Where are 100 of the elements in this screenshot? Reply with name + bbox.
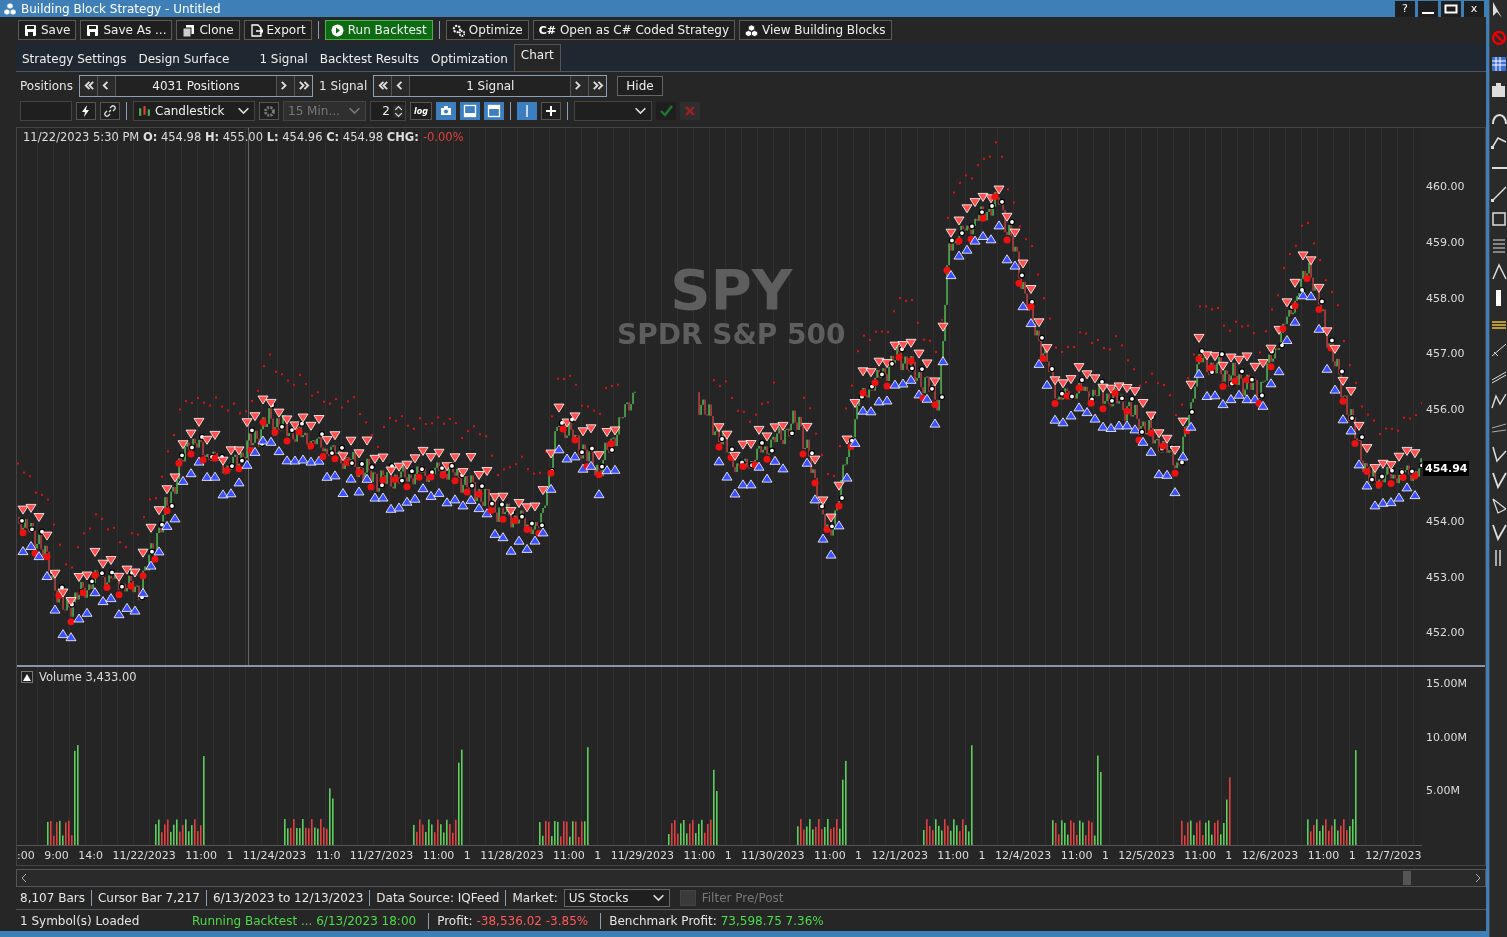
collapse-button[interactable] [21, 671, 33, 683]
time-axis-label: 11:00 [937, 848, 970, 862]
toolbar-button[interactable]: Optimize [445, 20, 529, 40]
triangle-up-icon [23, 673, 31, 681]
time-axis-label: 11/22/2023 [112, 848, 176, 862]
first-button[interactable] [80, 75, 98, 96]
first-button[interactable] [374, 75, 393, 96]
spinner-arrows-icon [392, 104, 405, 118]
help-button[interactable]: ? [1395, 0, 1415, 17]
top-pane-button[interactable] [484, 102, 504, 120]
status-text: 6/13/2023 to 12/13/2023 [212, 891, 364, 905]
last-button[interactable] [588, 75, 607, 96]
last-price-label: 454.94 [1423, 461, 1470, 476]
next-button[interactable] [276, 75, 294, 96]
time-axis-label: 11:00 [185, 848, 217, 862]
chart-type-dropdown[interactable]: Candlestick [133, 101, 255, 121]
minimize-button[interactable] [1418, 0, 1438, 17]
link-button[interactable] [100, 102, 120, 120]
blocks-icon [745, 23, 759, 37]
time-axis-label: 11:00 [422, 848, 455, 862]
status-text: Benchmark Profit: [609, 913, 717, 928]
price-axis-label: 460.00 [1426, 180, 1466, 195]
price-axis-label: 456.00 [1426, 403, 1466, 419]
tab[interactable]: 1 Signal [253, 47, 314, 71]
gears-icon [451, 23, 465, 37]
time-axis-label: 1 [724, 848, 732, 862]
toolbar-button[interactable]: Export [243, 20, 312, 40]
close-button[interactable]: x [1464, 0, 1484, 17]
drawing-tool-icon[interactable] [1490, 80, 1507, 100]
hide-button[interactable]: Hide [617, 75, 663, 96]
copy-icon [182, 23, 196, 37]
market-dropdown[interactable]: US Stocks [563, 889, 670, 907]
last-button[interactable] [294, 75, 312, 96]
tab[interactable]: Chart [513, 44, 561, 71]
change-percent: -0.00% [422, 130, 464, 144]
toolbar-button[interactable]: Save As ... [80, 20, 173, 40]
window-title: Building Block Strategy - Untitled [21, 1, 221, 16]
drawing-tool-icon[interactable] [1490, 54, 1507, 74]
price-axis-label: 453.00 [1426, 570, 1466, 586]
time-axis-label: 12/7/2023 [1365, 848, 1422, 862]
drawing-tool-icon[interactable] [1490, 496, 1507, 516]
toolbar-button[interactable]: Clone [176, 20, 240, 40]
status-text: 8,107 Bars [20, 891, 85, 905]
link-icon [104, 105, 116, 117]
maximize-icon [1444, 3, 1458, 14]
drawing-tool-icon[interactable] [1490, 184, 1507, 204]
bottom-pane-button[interactable] [460, 102, 480, 120]
drawing-tool-icon[interactable] [1490, 444, 1507, 464]
price-axis-label: 458.00 [1426, 291, 1466, 307]
toolbar-button[interactable]: View Building Blocks [739, 20, 892, 40]
previous-button[interactable] [98, 75, 116, 96]
confirm-button[interactable] [656, 102, 676, 120]
time-axis-label: 11:0 [315, 848, 341, 862]
time-axis-label: 1 [594, 848, 602, 862]
volume-axis-label: 15.00M [1426, 677, 1468, 692]
time-axis-label: 14:0 [78, 848, 103, 862]
filter-label: Filter Pre/Post [701, 891, 784, 905]
tab[interactable]: Optimization [425, 47, 514, 71]
horizontal-scrollbar[interactable] [16, 869, 1486, 887]
double-chevron-left-icon [82, 79, 95, 92]
settings-button[interactable] [259, 102, 279, 120]
crosshair-button[interactable] [541, 102, 561, 120]
camera-button[interactable] [436, 102, 456, 120]
price-axis-label: 454.00 [1426, 514, 1466, 530]
symbol-field[interactable] [20, 101, 72, 121]
time-axis-label: 1 [463, 848, 471, 862]
candlestick-icon [138, 104, 151, 118]
time-axis-label: 11:00 [1060, 848, 1093, 862]
lightning-button[interactable] [76, 102, 96, 120]
tab[interactable]: Strategy Settings [16, 47, 133, 71]
drawing-tool-icon[interactable] [1490, 522, 1507, 542]
chevron-right-icon [1475, 874, 1481, 882]
scroll-thumb[interactable] [1403, 871, 1411, 885]
double-chevron-left-icon [376, 79, 390, 92]
tab[interactable]: Design Surface [132, 47, 236, 71]
status-text: 1 Symbol(s) Loaded [20, 913, 140, 928]
drawing-tool-icon[interactable] [1490, 470, 1507, 490]
bottom-pane-icon [463, 104, 477, 118]
crosshair-icon [544, 104, 558, 118]
time-axis-label: 11:00 [1307, 848, 1340, 862]
bars-spinner[interactable]: 2 [370, 101, 406, 121]
tab[interactable]: Backtest Results [313, 47, 426, 71]
price-axis-label: 459.00 [1426, 235, 1466, 251]
code-icon: C# [538, 23, 556, 37]
next-button[interactable] [570, 75, 589, 96]
toolbar-button[interactable]: C# Open as C# Coded Strategy [532, 20, 736, 40]
lightning-icon [81, 105, 91, 117]
volume-readout: Volume 3,433.00 [39, 670, 137, 684]
toolbar-button[interactable]: Run Backtest [324, 20, 433, 40]
toolbar-button[interactable]: Save [18, 20, 77, 40]
time-axis-label: 11/29/2023 [610, 848, 675, 862]
minimize-icon [1422, 11, 1434, 14]
log-scale-button[interactable]: log [410, 102, 432, 120]
drawing-tool-icon[interactable] [1490, 262, 1507, 282]
status-text: Data Source: IQFeed [376, 891, 500, 905]
maximize-button[interactable] [1441, 0, 1461, 17]
check-icon [659, 105, 673, 117]
time-axis-label: 12/4/2023 [994, 848, 1052, 862]
previous-button[interactable] [392, 75, 411, 96]
time-axis-label: 11:00 [683, 848, 716, 862]
